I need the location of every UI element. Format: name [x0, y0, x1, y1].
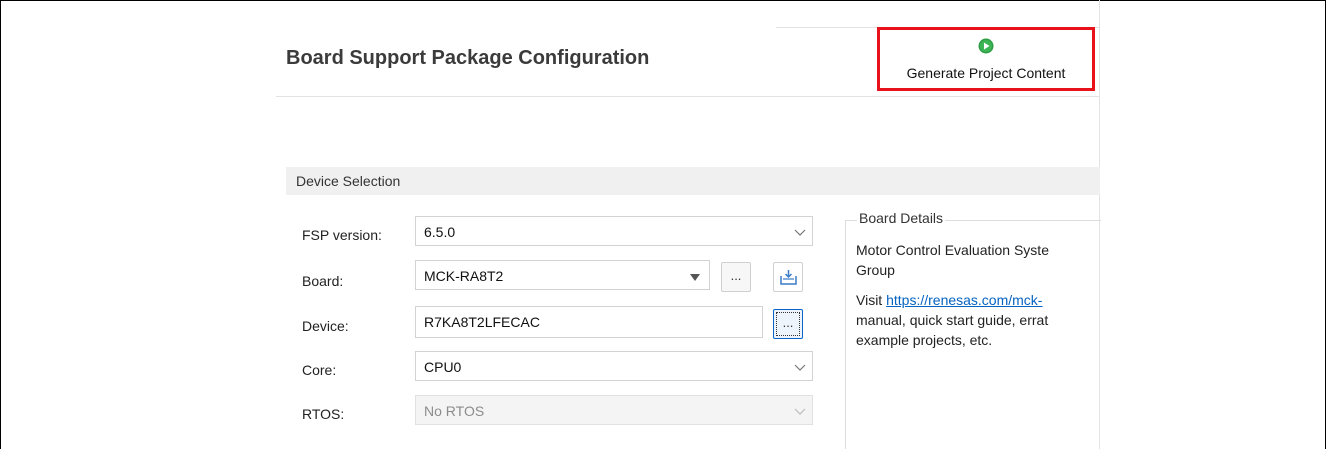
chevron-down-icon: [794, 229, 806, 236]
chevron-down-icon: [794, 364, 806, 371]
import-board-button[interactable]: [773, 262, 803, 292]
fsp-version-combo[interactable]: 6.5.0: [415, 216, 813, 246]
board-details-title: Board Details: [857, 210, 946, 226]
device-browse-button[interactable]: ...: [773, 309, 803, 339]
board-details-line: example projects, etc.: [856, 332, 993, 348]
rtos-combo: No RTOS: [415, 395, 813, 425]
board-details-line: Group: [856, 262, 895, 278]
board-label: Board:: [302, 273, 344, 289]
board-combo[interactable]: MCK-RA8T2: [415, 260, 710, 290]
page-title: Board Support Package Configuration: [286, 47, 650, 69]
core-value: CPU0: [424, 359, 462, 375]
import-icon: [780, 270, 797, 285]
board-details-line: manual, quick start guide, errat: [856, 312, 1049, 328]
dropdown-arrow-icon: [690, 274, 700, 281]
board-details-line: Motor Control Evaluation Syste: [856, 242, 1049, 258]
rtos-value: No RTOS: [424, 403, 485, 419]
board-documentation-link[interactable]: https://renesas.com/mck-: [886, 292, 1042, 308]
device-label: Device:: [302, 318, 349, 334]
run-icon: [978, 38, 994, 54]
generate-button-label: Generate Project Content: [906, 65, 1066, 81]
board-details-visit-line: Visit https://renesas.com/mck-: [856, 290, 1100, 310]
generate-project-content-button[interactable]: Generate Project Content: [877, 27, 1095, 91]
board-browse-button[interactable]: ...: [721, 262, 751, 292]
fsp-version-value: 6.5.0: [424, 224, 456, 240]
chevron-down-icon: [794, 408, 806, 415]
rtos-label: RTOS:: [302, 406, 345, 422]
device-value: R7KA8T2LFECAC: [424, 314, 540, 330]
board-value: MCK-RA8T2: [424, 268, 504, 284]
device-selection-section: Device Selection: [286, 167, 1100, 195]
core-combo[interactable]: CPU0: [415, 351, 813, 381]
fsp-version-label: FSP version:: [302, 227, 382, 243]
core-label: Core:: [302, 362, 337, 378]
device-input[interactable]: R7KA8T2LFECAC: [415, 306, 763, 338]
section-title: Device Selection: [296, 173, 401, 189]
visit-prefix: Visit: [856, 292, 887, 308]
